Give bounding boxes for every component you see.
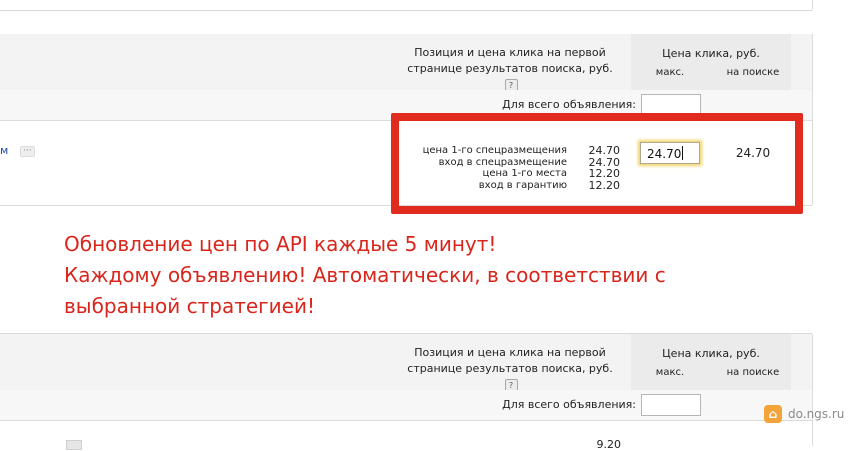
second-position-column-header: Позиция и цена клика на первой странице … [400, 345, 620, 393]
top-strip [0, 0, 813, 10]
promo-line-1: Обновление цен по API каждые 5 минут! [64, 232, 497, 256]
watermark-text: do.ngs.ru [788, 407, 845, 421]
second-search-column-label: на поиске [726, 367, 780, 378]
promo-line-2: Каждому объявлению! Автоматически, в соо… [64, 263, 666, 287]
second-row-checkbox[interactable] [66, 440, 82, 450]
ad-title-link[interactable]: м [0, 144, 8, 157]
second-position-header-line1: Позиция и цена клика на первой [414, 346, 606, 359]
second-max-column-label: макс. [655, 367, 685, 378]
price-header-title: Цена клика, руб. [662, 47, 760, 60]
position-header-line2: странице результатов поиска, руб.? [400, 61, 620, 93]
second-price-column-header [631, 334, 791, 390]
second-position-header-line2: странице результатов поиска, руб.? [400, 361, 620, 393]
position-header-line2-text: странице результатов поиска, руб. [407, 62, 613, 75]
second-all-ads-bid-input[interactable] [641, 394, 701, 416]
ngs-logo-icon: ⌂ [764, 405, 782, 423]
all-ads-label: Для всего объявления: [502, 98, 636, 111]
table-right-border [812, 34, 813, 205]
second-price-header-title: Цена клика, руб. [662, 347, 760, 360]
highlight-frame [391, 113, 803, 214]
second-ad-row [0, 421, 812, 446]
second-all-ads-label: Для всего объявления: [502, 398, 636, 411]
top-divider [0, 10, 812, 11]
second-position-header-line2-text: странице результатов поиска, руб. [407, 362, 613, 375]
second-row-partial-value: 9.20 [596, 438, 622, 451]
search-column-label: на поиске [726, 67, 780, 78]
position-header-line1: Позиция и цена клика на первой [414, 46, 606, 59]
more-button[interactable]: ··· [20, 146, 35, 157]
promo-line-3: выбранной стратегией! [64, 294, 315, 318]
max-column-label: макс. [655, 67, 685, 78]
promo-text: Обновление цен по API каждые 5 минут! Ка… [64, 229, 784, 322]
position-column-header: Позиция и цена клика на первой странице … [400, 45, 620, 93]
second-table-right-border [812, 334, 813, 446]
price-column-header [631, 34, 791, 90]
